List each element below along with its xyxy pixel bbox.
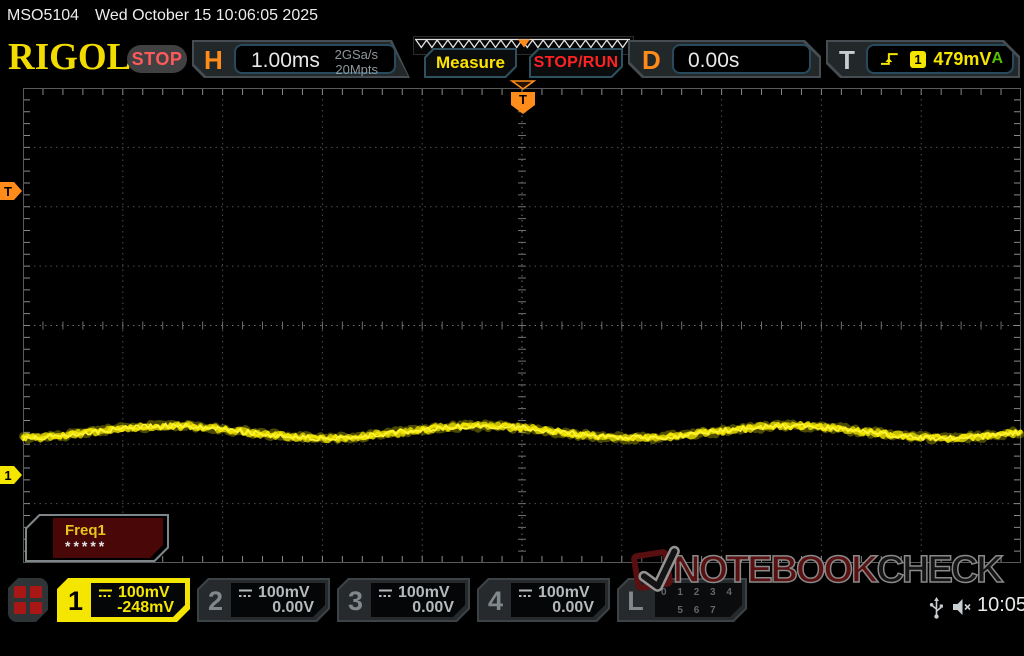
grid-menu-icon bbox=[14, 586, 42, 614]
dc-coupling-icon bbox=[238, 588, 253, 599]
delay-panel[interactable]: D 0.00s bbox=[628, 40, 821, 78]
trigger-mode: A bbox=[991, 50, 1003, 68]
channel1-position-marker[interactable]: 1 bbox=[0, 465, 23, 485]
timebase-value: 1.00ms bbox=[251, 49, 320, 73]
measurement-item-freq1[interactable]: Freq1 ***** bbox=[25, 514, 169, 562]
datetime: Wed October 15 10:06:05 2025 bbox=[95, 7, 318, 24]
rising-edge-icon bbox=[880, 50, 900, 68]
dc-coupling-icon bbox=[518, 588, 533, 599]
delay-box: 0.00s bbox=[672, 44, 811, 74]
memory-depth: 20Mpts bbox=[335, 62, 378, 77]
delay-label: D bbox=[642, 45, 661, 76]
run-state-label: STOP bbox=[132, 49, 183, 70]
svg-text:T: T bbox=[519, 92, 527, 107]
trigger-source-badge: 1 bbox=[910, 51, 927, 68]
channel3-button[interactable]: 3 100mV 0.00V bbox=[337, 578, 470, 622]
trigger-label: T bbox=[839, 45, 855, 76]
channel4-offset: 0.00V bbox=[552, 599, 594, 617]
trigger-box: 1 479mV A bbox=[866, 44, 1014, 74]
svg-text:1: 1 bbox=[4, 468, 11, 483]
channel2-offset: 0.00V bbox=[272, 599, 314, 617]
notebookcheck-watermark: NOTEBOOKCHECK bbox=[633, 541, 1002, 599]
horizontal-label: H bbox=[204, 45, 223, 76]
dc-coupling-icon bbox=[378, 588, 393, 599]
delay-value: 0.00s bbox=[688, 49, 739, 73]
horizontal-panel[interactable]: H 1.00ms 2GSa/s 20Mpts bbox=[192, 40, 410, 78]
usb-icon bbox=[929, 596, 944, 620]
rigol-logo: RIGOL bbox=[8, 40, 131, 77]
watermark-text-secondary: CHECK bbox=[877, 551, 1002, 589]
logic-channels-row2: 8 9 10 11 12 13 14 15 bbox=[655, 620, 742, 656]
graticule-area: T T 1 Freq1 ***** bbox=[23, 88, 1021, 563]
channel3-number: 3 bbox=[339, 580, 372, 624]
channel4-button[interactable]: 4 100mV 0.00V bbox=[477, 578, 610, 622]
trigger-position-marker[interactable]: T bbox=[510, 80, 536, 116]
trigger-level-value: 479mV bbox=[933, 49, 991, 70]
trigger-panel[interactable]: T 1 479mV A bbox=[826, 40, 1020, 78]
sample-rate: 2GSa/s bbox=[335, 47, 378, 62]
notebookcheck-logo-icon bbox=[630, 548, 673, 591]
measurement-name: Freq1 bbox=[65, 522, 106, 539]
delay-indicator-triangle bbox=[512, 81, 534, 89]
run-state-indicator[interactable]: STOP bbox=[127, 45, 187, 73]
dc-coupling-icon bbox=[98, 588, 113, 599]
channel4-number: 4 bbox=[479, 580, 512, 624]
channel1-number: 1 bbox=[59, 580, 92, 624]
watermark-text-primary: NOTEBOOK bbox=[673, 551, 877, 589]
timebase-box: 1.00ms 2GSa/s 20Mpts bbox=[234, 44, 396, 74]
speaker-muted-icon bbox=[951, 597, 973, 617]
model-name: MSO5104 bbox=[7, 7, 79, 24]
top-info-bar: MSO5104 Wed October 15 10:06:05 2025 bbox=[0, 0, 1024, 31]
stop-run-button[interactable]: STOP/RUN bbox=[529, 48, 623, 78]
channel3-offset: 0.00V bbox=[412, 599, 454, 617]
measure-button-label: Measure bbox=[436, 53, 505, 73]
svg-text:T: T bbox=[4, 184, 12, 199]
channel1-button[interactable]: 1 100mV -248mV bbox=[57, 578, 190, 622]
channel1-waveform bbox=[23, 88, 1021, 563]
channel2-number: 2 bbox=[199, 580, 232, 624]
channel1-offset: -248mV bbox=[117, 599, 174, 617]
measurement-value: ***** bbox=[65, 538, 107, 554]
channel2-button[interactable]: 2 100mV 0.00V bbox=[197, 578, 330, 622]
menu-button[interactable] bbox=[8, 578, 48, 622]
stop-run-button-label: STOP/RUN bbox=[534, 54, 619, 72]
measure-button[interactable]: Measure bbox=[424, 48, 517, 78]
trigger-level-marker[interactable]: T bbox=[0, 181, 23, 201]
